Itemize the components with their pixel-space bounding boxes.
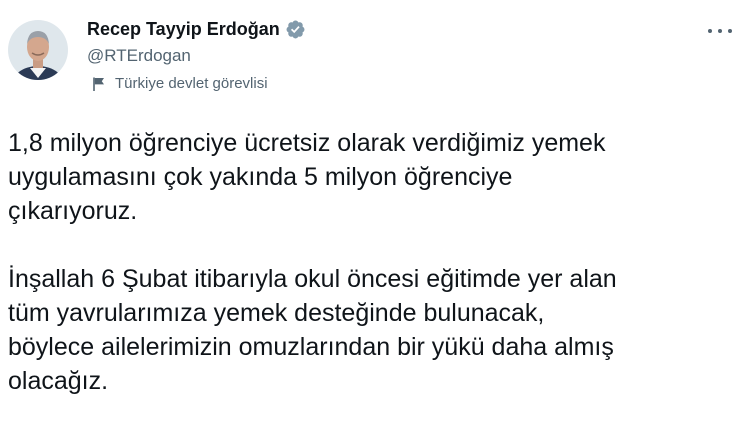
more-options-dot (708, 29, 712, 33)
more-options-dot (718, 29, 722, 33)
more-options-dot (728, 29, 732, 33)
profile-photo-icon (8, 20, 68, 80)
flag-icon (91, 76, 107, 92)
tweet-paragraph: İnşallah 6 Şubat itibarıyla okul öncesi … (8, 265, 617, 395)
affiliation-label: Türkiye devlet görevlisi (91, 75, 306, 92)
more-options-button[interactable] (708, 20, 732, 42)
tweet-card: Recep Tayyip Erdoğan @RTErdogan Türkiye (0, 0, 750, 425)
avatar[interactable] (8, 20, 68, 80)
verified-badge-icon (285, 19, 306, 40)
user-info: Recep Tayyip Erdoğan @RTErdogan Türkiye (87, 16, 306, 92)
handle[interactable]: @RTErdogan (87, 46, 306, 66)
tweet-text: 1,8 milyon öğrenciye ücretsiz olarak ver… (8, 126, 740, 398)
tweet-paragraph: 1,8 milyon öğrenciye ücretsiz olarak ver… (8, 129, 606, 225)
display-name[interactable]: Recep Tayyip Erdoğan (87, 19, 280, 40)
name-row: Recep Tayyip Erdoğan (87, 16, 306, 42)
tweet-header: Recep Tayyip Erdoğan @RTErdogan Türkiye (8, 16, 740, 106)
affiliation-text: Türkiye devlet görevlisi (115, 75, 268, 92)
